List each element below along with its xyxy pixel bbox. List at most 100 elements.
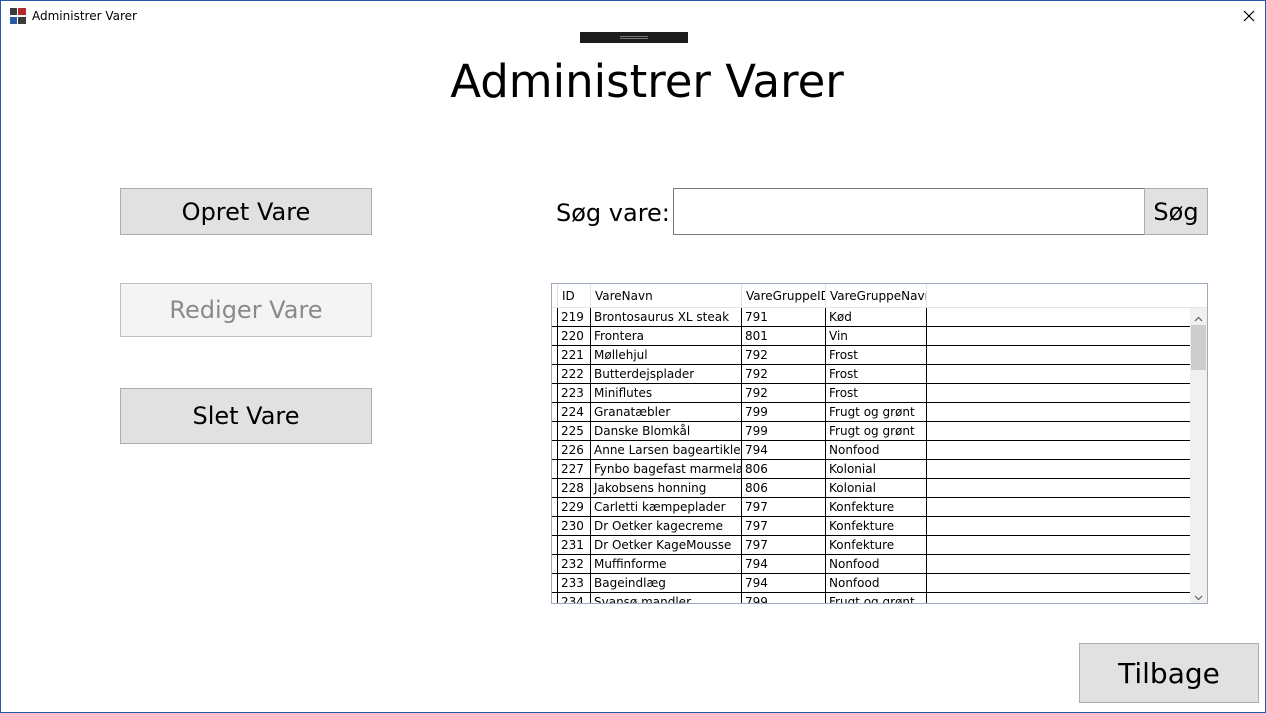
cell-varegruppenavn[interactable]: Nonfood [826, 574, 927, 592]
cell-varegruppenavn[interactable]: Nonfood [826, 555, 927, 573]
cell-varegruppenavn[interactable]: Vin [826, 327, 927, 345]
cell-varegruppeid[interactable]: 797 [742, 536, 826, 554]
column-header-varegruppenavn[interactable]: VareGruppeNavn [826, 284, 927, 308]
cell-varenavn[interactable]: Fynbo bagefast marmelade [591, 460, 742, 478]
cell-id[interactable]: 225 [558, 422, 591, 440]
cell-varegruppeid[interactable]: 797 [742, 498, 826, 516]
cell-varenavn[interactable]: Butterdejsplader [591, 365, 742, 383]
cell-varegruppeid[interactable]: 806 [742, 460, 826, 478]
cell-varegruppeid[interactable]: 792 [742, 384, 826, 402]
cell-varenavn[interactable]: Anne Larsen bageartikler [591, 441, 742, 459]
cell-id[interactable]: 230 [558, 517, 591, 535]
cell-varegruppeid[interactable]: 799 [742, 403, 826, 421]
cell-varegruppenavn[interactable]: Kolonial [826, 460, 927, 478]
cell-varenavn[interactable]: Miniflutes [591, 384, 742, 402]
cell-varegruppenavn[interactable]: Frost [826, 346, 927, 364]
table-row[interactable]: 231 Dr Oetker KageMousse 797 Konfekture [552, 536, 1190, 555]
cell-varenavn[interactable]: Jakobsens honning [591, 479, 742, 497]
cell-varegruppenavn[interactable]: Frost [826, 384, 927, 402]
cell-id[interactable]: 231 [558, 536, 591, 554]
cell-varenavn[interactable]: Frontera [591, 327, 742, 345]
cell-varenavn[interactable]: Granatæbler [591, 403, 742, 421]
table-row[interactable]: 223 Miniflutes 792 Frost [552, 384, 1190, 403]
search-input[interactable] [673, 188, 1145, 235]
cell-varenavn[interactable]: Bageindlæg [591, 574, 742, 592]
close-button[interactable] [1233, 1, 1265, 31]
table-row[interactable]: 220 Frontera 801 Vin [552, 327, 1190, 346]
scroll-thumb[interactable] [1191, 325, 1206, 370]
table-row[interactable]: 221 Møllehjul 792 Frost [552, 346, 1190, 365]
cell-varegruppenavn[interactable]: Konfekture [826, 536, 927, 554]
cell-id[interactable]: 226 [558, 441, 591, 459]
cell-varegruppeid[interactable]: 806 [742, 479, 826, 497]
table-row[interactable]: 227 Fynbo bagefast marmelade 806 Kolonial [552, 460, 1190, 479]
cell-varegruppenavn[interactable]: Konfekture [826, 498, 927, 516]
scroll-up-button[interactable] [1190, 308, 1207, 325]
table-row[interactable]: 234 Svansø mandler 799 Frugt og grønt [552, 593, 1190, 603]
cell-varegruppenavn[interactable]: Frugt og grønt [826, 422, 927, 440]
grip-icon [620, 36, 648, 39]
column-header-varegruppeid[interactable]: VareGruppeID [742, 284, 826, 308]
cell-id[interactable]: 224 [558, 403, 591, 421]
cell-varegruppeid[interactable]: 794 [742, 555, 826, 573]
cell-varegruppeid[interactable]: 794 [742, 441, 826, 459]
cell-varegruppeid[interactable]: 799 [742, 593, 826, 603]
cell-id[interactable]: 228 [558, 479, 591, 497]
table-row[interactable]: 228 Jakobsens honning 806 Kolonial [552, 479, 1190, 498]
cell-id[interactable]: 233 [558, 574, 591, 592]
cell-id[interactable]: 234 [558, 593, 591, 603]
cell-id[interactable]: 232 [558, 555, 591, 573]
cell-id[interactable]: 219 [558, 308, 591, 326]
table-row[interactable]: 232 Muffinforme 794 Nonfood [552, 555, 1190, 574]
cell-varenavn[interactable]: Brontosaurus XL steak [591, 308, 742, 326]
scroll-down-button[interactable] [1190, 587, 1207, 603]
table-row[interactable]: 229 Carletti kæmpeplader 797 Konfekture [552, 498, 1190, 517]
cell-varegruppeid[interactable]: 799 [742, 422, 826, 440]
cell-varegruppenavn[interactable]: Frugt og grønt [826, 403, 927, 421]
column-header-id[interactable]: ID [558, 284, 591, 308]
back-button[interactable]: Tilbage [1079, 643, 1259, 703]
cell-varenavn[interactable]: Dr Oetker KageMousse [591, 536, 742, 554]
table-row[interactable]: 225 Danske Blomkål 799 Frugt og grønt [552, 422, 1190, 441]
cell-varegruppenavn[interactable]: Kød [826, 308, 927, 326]
table-row[interactable]: 233 Bageindlæg 794 Nonfood [552, 574, 1190, 593]
vertical-scrollbar[interactable] [1190, 308, 1207, 603]
cell-varenavn[interactable]: Møllehjul [591, 346, 742, 364]
cell-varenavn[interactable]: Muffinforme [591, 555, 742, 573]
cell-varegruppeid[interactable]: 792 [742, 365, 826, 383]
items-grid[interactable]: ID VareNavn VareGruppeID VareGruppeNavn … [551, 283, 1208, 604]
cell-varegruppenavn[interactable]: Frugt og grønt [826, 593, 927, 603]
cell-id[interactable]: 221 [558, 346, 591, 364]
cell-id[interactable]: 227 [558, 460, 591, 478]
cell-varegruppeid[interactable]: 801 [742, 327, 826, 345]
table-row[interactable]: 222 Butterdejsplader 792 Frost [552, 365, 1190, 384]
cell-varenavn[interactable]: Dr Oetker kagecreme [591, 517, 742, 535]
column-header-varenavn[interactable]: VareNavn [591, 284, 742, 308]
cell-varenavn[interactable]: Danske Blomkål [591, 422, 742, 440]
cell-varegruppeid[interactable]: 794 [742, 574, 826, 592]
table-row[interactable]: 219 Brontosaurus XL steak 791 Kød [552, 308, 1190, 327]
cell-varegruppenavn[interactable]: Frost [826, 365, 927, 383]
search-button[interactable]: Søg [1144, 188, 1208, 235]
cell-varenavn[interactable]: Svansø mandler [591, 593, 742, 603]
cell-id[interactable]: 223 [558, 384, 591, 402]
table-row[interactable]: 226 Anne Larsen bageartikler 794 Nonfood [552, 441, 1190, 460]
cell-varenavn[interactable]: Carletti kæmpeplader [591, 498, 742, 516]
cell-id[interactable]: 220 [558, 327, 591, 345]
cell-varegruppeid[interactable]: 797 [742, 517, 826, 535]
create-item-button[interactable]: Opret Vare [120, 188, 372, 235]
title-bar[interactable]: Administrer Varer [1, 1, 1265, 31]
cell-varegruppenavn[interactable]: Kolonial [826, 479, 927, 497]
cell-id[interactable]: 229 [558, 498, 591, 516]
cell-varegruppeid[interactable]: 791 [742, 308, 826, 326]
main-window: Administrer Varer Administrer Varer Opre… [0, 0, 1266, 713]
drag-handle[interactable] [580, 32, 688, 43]
cell-varegruppenavn[interactable]: Konfekture [826, 517, 927, 535]
edit-item-button[interactable]: Rediger Vare [120, 283, 372, 337]
cell-id[interactable]: 222 [558, 365, 591, 383]
table-row[interactable]: 224 Granatæbler 799 Frugt og grønt [552, 403, 1190, 422]
table-row[interactable]: 230 Dr Oetker kagecreme 797 Konfekture [552, 517, 1190, 536]
delete-item-button[interactable]: Slet Vare [120, 388, 372, 444]
cell-varegruppeid[interactable]: 792 [742, 346, 826, 364]
cell-varegruppenavn[interactable]: Nonfood [826, 441, 927, 459]
